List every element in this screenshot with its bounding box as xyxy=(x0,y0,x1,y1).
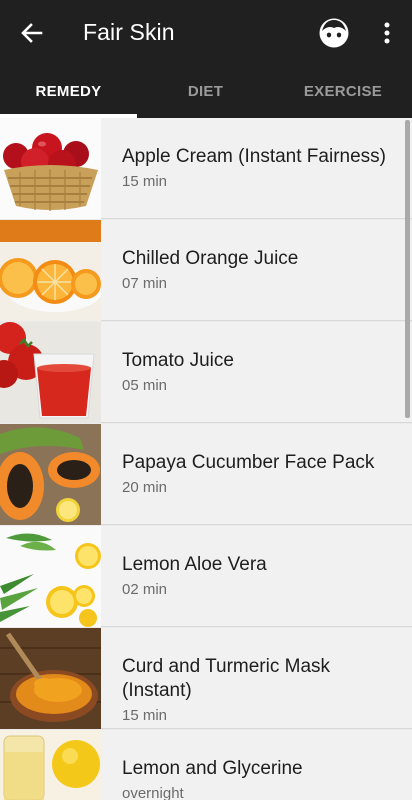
list-item[interactable]: Apple Cream (Instant Fairness) 15 min xyxy=(0,118,412,219)
profile-button[interactable] xyxy=(316,15,352,51)
remedy-title: Apple Cream (Instant Fairness) xyxy=(122,146,386,167)
turmeric-spoon-image xyxy=(0,628,101,729)
remedy-duration: 15 min xyxy=(122,173,168,190)
face-icon xyxy=(319,18,349,48)
apple-basket-image xyxy=(0,118,101,219)
remedy-title: Chilled Orange Juice xyxy=(122,248,299,269)
remedy-duration: 15 min xyxy=(122,707,168,724)
list-item[interactable]: Lemon and Glycerine overnight xyxy=(0,730,412,800)
remedy-title: Lemon and Glycerine xyxy=(122,758,303,779)
page-title: Fair Skin xyxy=(83,19,175,45)
list-item[interactable]: Curd and Turmeric Mask (Instant) 15 min xyxy=(0,628,412,729)
remedy-duration: 20 min xyxy=(122,479,168,496)
list-item[interactable]: Papaya Cucumber Face Pack 20 min xyxy=(0,424,412,525)
papaya-image xyxy=(0,424,101,525)
list-item[interactable]: Tomato Juice 05 min xyxy=(0,322,412,423)
arrow-left-icon xyxy=(21,23,43,43)
list-item[interactable]: Lemon Aloe Vera 02 min xyxy=(0,526,412,627)
remedy-duration: 05 min xyxy=(122,377,168,394)
tab-remedy[interactable]: REMEDY xyxy=(0,66,137,118)
more-vert-icon xyxy=(384,22,390,44)
lemon-aloe-image xyxy=(0,526,101,627)
scrollbar[interactable] xyxy=(405,120,410,418)
remedy-title: Lemon Aloe Vera xyxy=(122,554,267,575)
tab-diet[interactable]: DIET xyxy=(137,66,274,118)
tab-bar: REMEDY DIET EXERCISE xyxy=(0,66,412,118)
lemon-glycerine-image xyxy=(0,730,101,800)
more-options-button[interactable] xyxy=(372,15,402,51)
remedy-list[interactable]: Apple Cream (Instant Fairness) 15 min Ch… xyxy=(0,118,412,800)
tab-exercise[interactable]: EXERCISE xyxy=(274,66,412,118)
remedy-title: Curd and Turmeric Mask (Instant) xyxy=(122,656,331,701)
remedy-title: Tomato Juice xyxy=(122,350,234,371)
app-bar: Fair Skin xyxy=(0,0,412,66)
remedy-title: Papaya Cucumber Face Pack xyxy=(122,452,375,473)
remedy-duration: overnight xyxy=(122,785,184,800)
tomato-juice-image xyxy=(0,322,101,423)
list-item[interactable]: Chilled Orange Juice 07 min xyxy=(0,220,412,321)
remedy-duration: 07 min xyxy=(122,275,168,292)
orange-slices-image xyxy=(0,220,101,321)
remedy-duration: 02 min xyxy=(122,581,168,598)
back-button[interactable] xyxy=(14,15,50,51)
